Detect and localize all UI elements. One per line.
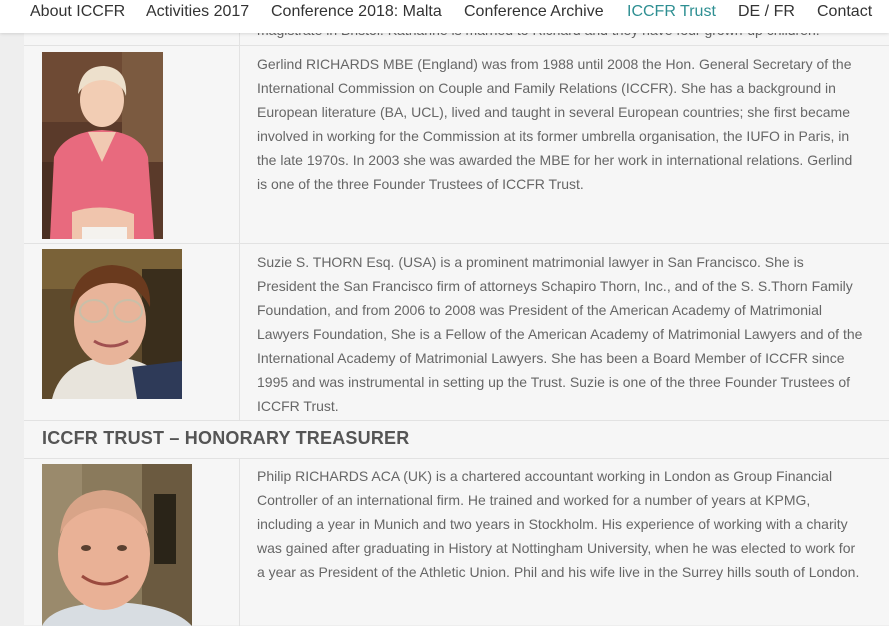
nav-language-switch[interactable]: DE / FR (738, 3, 795, 21)
photo-cell (24, 244, 240, 421)
table-row-suzie-thorn: Suzie S. THORN Esq. (USA) is a prominent… (24, 243, 889, 421)
suzie-thorn-bio: Suzie S. THORN Esq. (USA) is a prominent… (257, 254, 863, 414)
philip-richards-bio: Philip RICHARDS ACA (UK) is a chartered … (257, 468, 860, 580)
photo-cell (24, 459, 240, 626)
table-row-philip-richards: Philip RICHARDS ACA (UK) is a chartered … (24, 458, 889, 626)
top-navigation: About ICCFR Activities 2017 Conference 2… (0, 0, 889, 33)
nav-contact[interactable]: Contact (817, 3, 872, 21)
suzie-thorn-photo (42, 249, 182, 399)
nav-conference-archive[interactable]: Conference Archive (464, 3, 604, 21)
gerlind-richards-photo (42, 52, 163, 239)
philip-richards-photo (42, 464, 192, 626)
photo-cell (24, 46, 240, 244)
nav-iccfr-trust[interactable]: ICCFR Trust (627, 3, 716, 21)
nav-activities-2017[interactable]: Activities 2017 (146, 3, 249, 21)
nav-conference-2018-malta[interactable]: Conference 2018: Malta (271, 3, 442, 21)
section-heading-honorary-treasurer: ICCFR TRUST – HONORARY TREASURER (42, 428, 410, 448)
gerlind-richards-bio: Gerlind RICHARDS MBE (England) was from … (257, 56, 853, 192)
table-row-gerlind-richards: Gerlind RICHARDS MBE (England) was from … (24, 45, 889, 244)
nav-about-iccfr[interactable]: About ICCFR (30, 3, 125, 21)
